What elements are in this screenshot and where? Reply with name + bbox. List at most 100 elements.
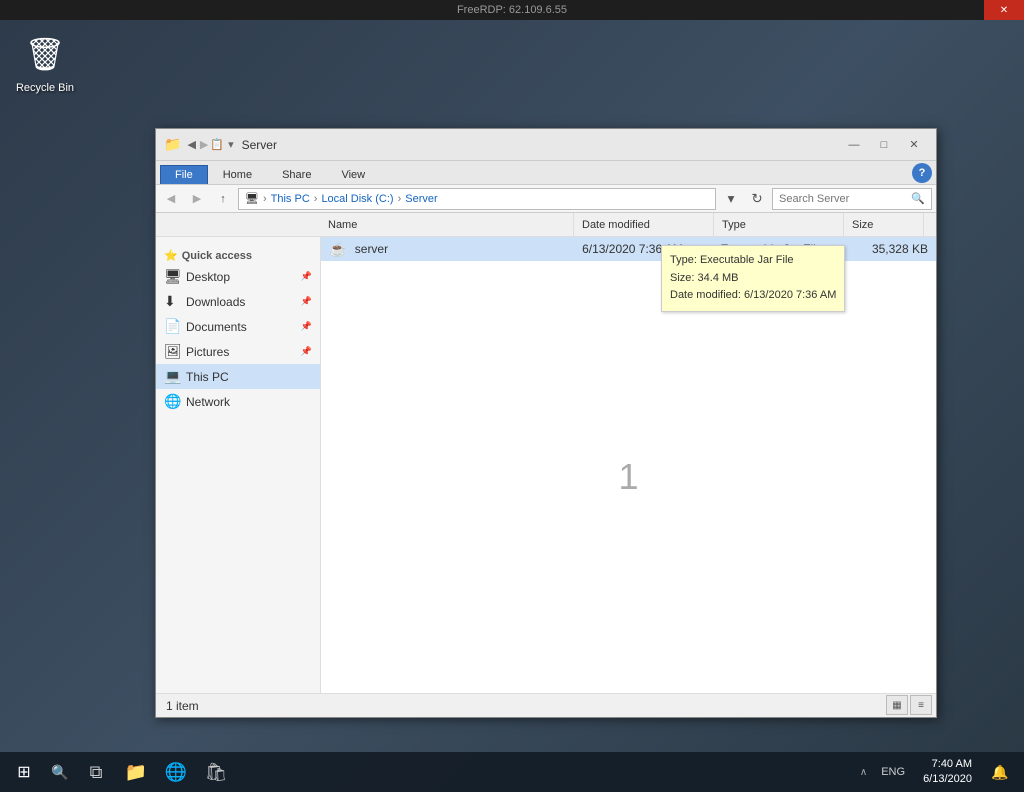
quick-access-header: ⭐ Quick access <box>156 243 320 264</box>
taskbar-clock[interactable]: 7:40 AM 6/13/2020 <box>915 757 980 788</box>
path-local-disk[interactable]: Local Disk (C:) <box>321 193 393 205</box>
tooltip-date: Date modified: 6/13/2020 7:36 AM <box>670 287 836 305</box>
address-path[interactable]: 🖥 › This PC › Local Disk (C:) › Server <box>238 188 716 210</box>
close-button[interactable]: ✕ <box>900 135 928 155</box>
start-button[interactable]: ⊞ <box>4 752 44 792</box>
desktop-label: Desktop <box>186 270 295 284</box>
system-tray-chevron[interactable]: ∧ <box>856 767 871 778</box>
clock-time: 7:40 AM <box>923 757 972 772</box>
path-computer-icon: 🖥 <box>245 192 259 205</box>
window-titlebar: 📁 ◀ ▶ 📋 ▾ Server — □ ✕ <box>156 129 936 161</box>
taskbar-right: ∧ ENG 7:40 AM 6/13/2020 🔔 <box>856 752 1020 792</box>
tooltip-type: Type: Executable Jar File <box>670 252 836 270</box>
documents-label: Documents <box>186 320 295 334</box>
column-headers: Name Date modified Type Size <box>156 213 936 237</box>
tab-share[interactable]: Share <box>267 165 326 184</box>
tab-file[interactable]: File <box>160 165 208 184</box>
path-this-pc[interactable]: This PC <box>271 193 310 205</box>
dropdown-address-button[interactable]: ▾ <box>720 188 742 210</box>
list-view-button[interactable]: ≡ <box>910 695 932 715</box>
store-taskbar-button[interactable]: 🛍 <box>196 752 236 792</box>
file-size: 35,328 KB <box>849 242 928 256</box>
search-input[interactable] <box>779 193 911 205</box>
search-icon: 🔍 <box>911 192 925 205</box>
taskbar-search-button[interactable]: 🔍 <box>44 752 76 792</box>
keyboard-layout-indicator: ENG <box>881 766 905 778</box>
nav-pictures[interactable]: 🖼 Pictures 📌 <box>156 339 320 364</box>
network-icon: 🌐 <box>164 393 180 410</box>
file-explorer-taskbar-button[interactable]: 📁 <box>116 752 156 792</box>
this-pc-icon: 💻 <box>164 368 180 385</box>
recycle-bin-graphic: 🗑 <box>21 30 69 78</box>
file-name: server <box>355 242 582 256</box>
downloads-pin-icon: 📌 <box>301 296 312 307</box>
view-buttons: ▦ ≡ <box>886 695 932 715</box>
properties-btn-title[interactable]: 📋 <box>210 138 224 151</box>
recycle-bin-label: Recycle Bin <box>16 82 74 94</box>
file-list: ☕ server 6/13/2020 7:36 AM Executable Ja… <box>321 237 936 717</box>
back-btn-title[interactable]: ◀ <box>187 138 195 151</box>
window-controls: — □ ✕ <box>840 135 928 155</box>
status-bar: 1 item ▦ ≡ <box>156 693 936 717</box>
path-server[interactable]: Server <box>405 193 437 205</box>
task-view-button[interactable]: ⧉ <box>76 752 116 792</box>
content-area: ⭐ Quick access 🖥 Desktop 📌 ⬇ Downloads 📌… <box>156 237 936 717</box>
ribbon-tabs: File Home Share View ? <box>156 161 936 185</box>
desktop: FreeRDP: 62.109.6.55 ✕ 🗑 Recycle Bin 📁 ◀… <box>0 0 1024 792</box>
tab-view[interactable]: View <box>326 165 380 184</box>
downloads-icon: ⬇ <box>164 293 180 310</box>
nav-pane: ⭐ Quick access 🖥 Desktop 📌 ⬇ Downloads 📌… <box>156 237 321 717</box>
file-tooltip: Type: Executable Jar File Size: 34.4 MB … <box>661 245 845 312</box>
nav-network[interactable]: 🌐 Network <box>156 389 320 414</box>
nav-documents[interactable]: 📄 Documents 📌 <box>156 314 320 339</box>
notification-button[interactable]: 🔔 <box>984 752 1016 792</box>
center-number: 1 <box>618 456 638 498</box>
freerdp-title: FreeRDP: 62.109.6.55 <box>457 4 567 16</box>
col-size[interactable]: Size <box>844 213 924 236</box>
this-pc-label: This PC <box>186 370 312 384</box>
file-list-inner: ☕ server 6/13/2020 7:36 AM Executable Ja… <box>321 237 936 717</box>
nav-downloads[interactable]: ⬇ Downloads 📌 <box>156 289 320 314</box>
desktop-icon: 🖥 <box>164 268 180 285</box>
edge-taskbar-button[interactable]: 🌐 <box>156 752 196 792</box>
tab-home[interactable]: Home <box>208 165 267 184</box>
search-box[interactable]: 🔍 <box>772 188 932 210</box>
window-title-icon: 📁 <box>164 136 181 153</box>
desktop-pin-icon: 📌 <box>301 271 312 282</box>
documents-icon: 📄 <box>164 318 180 335</box>
maximize-button[interactable]: □ <box>870 135 898 155</box>
freerdp-close-button[interactable]: ✕ <box>984 0 1024 20</box>
col-date[interactable]: Date modified <box>574 213 714 236</box>
dropdown-btn-title[interactable]: ▾ <box>228 138 234 151</box>
tooltip-size: Size: 34.4 MB <box>670 270 836 288</box>
pictures-icon: 🖼 <box>164 343 180 360</box>
col-name[interactable]: Name <box>324 213 574 236</box>
quick-access-label: Quick access <box>182 250 252 262</box>
minimize-button[interactable]: — <box>840 135 868 155</box>
item-count: 1 item <box>166 699 199 713</box>
taskbar-system-tray: ENG <box>875 766 911 778</box>
details-view-button[interactable]: ▦ <box>886 695 908 715</box>
recycle-bin-icon[interactable]: 🗑 Recycle Bin <box>10 30 80 94</box>
back-button[interactable]: ◀ <box>160 188 182 210</box>
downloads-label: Downloads <box>186 295 295 309</box>
pictures-pin-icon: 📌 <box>301 346 312 357</box>
taskbar: ⊞ 🔍 ⧉ 📁 🌐 🛍 ∧ ENG 7:40 AM 6/13/2020 🔔 <box>0 752 1024 792</box>
quick-access-icon: ⭐ <box>164 249 178 262</box>
documents-pin-icon: 📌 <box>301 321 312 332</box>
fwd-btn-title[interactable]: ▶ <box>200 138 208 151</box>
col-type[interactable]: Type <box>714 213 844 236</box>
nav-desktop[interactable]: 🖥 Desktop 📌 <box>156 264 320 289</box>
refresh-button[interactable]: ↻ <box>746 188 768 210</box>
freerdp-titlebar: FreeRDP: 62.109.6.55 ✕ <box>0 0 1024 20</box>
file-jar-icon: ☕ <box>329 241 349 258</box>
up-button[interactable]: ↑ <box>212 188 234 210</box>
window-title: Server <box>242 138 840 152</box>
pictures-label: Pictures <box>186 345 295 359</box>
clock-date: 6/13/2020 <box>923 772 972 787</box>
help-button[interactable]: ? <box>912 163 932 183</box>
network-label: Network <box>186 395 312 409</box>
nav-this-pc[interactable]: 💻 This PC <box>156 364 320 389</box>
explorer-window: 📁 ◀ ▶ 📋 ▾ Server — □ ✕ File Home Share V… <box>155 128 937 718</box>
forward-button[interactable]: ▶ <box>186 188 208 210</box>
